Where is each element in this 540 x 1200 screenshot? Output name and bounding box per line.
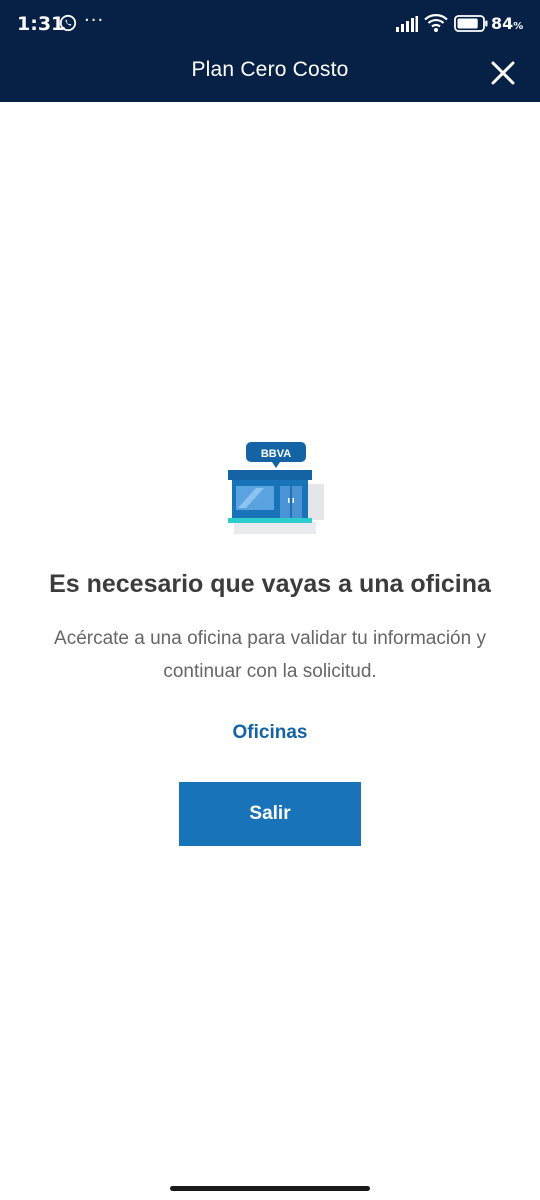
header: Plan Cero Costo [0, 46, 540, 102]
status-bar: 1:31 ··· 84% [0, 0, 540, 46]
bbva-badge-text: BBVA [261, 448, 291, 460]
description-text: Acércate a una oficina para validar tu i… [54, 628, 486, 682]
whatsapp-icon [59, 14, 77, 32]
offices-link[interactable]: Oficinas [0, 722, 540, 744]
headline: Es necesario que vayas a una oficina [49, 570, 491, 598]
signal-icon [396, 16, 418, 32]
page-title: Plan Cero Costo [191, 58, 349, 81]
status-time: 1:31 [17, 13, 65, 35]
more-notifications-icon: ··· [84, 10, 105, 31]
battery-icon [454, 15, 488, 32]
exit-button[interactable]: Salir [179, 782, 361, 846]
battery-percent: 84% [491, 14, 524, 33]
wifi-icon [424, 14, 448, 32]
home-indicator[interactable] [170, 1186, 370, 1191]
bank-office-icon: BBVA [228, 442, 324, 534]
close-icon[interactable] [486, 56, 520, 90]
